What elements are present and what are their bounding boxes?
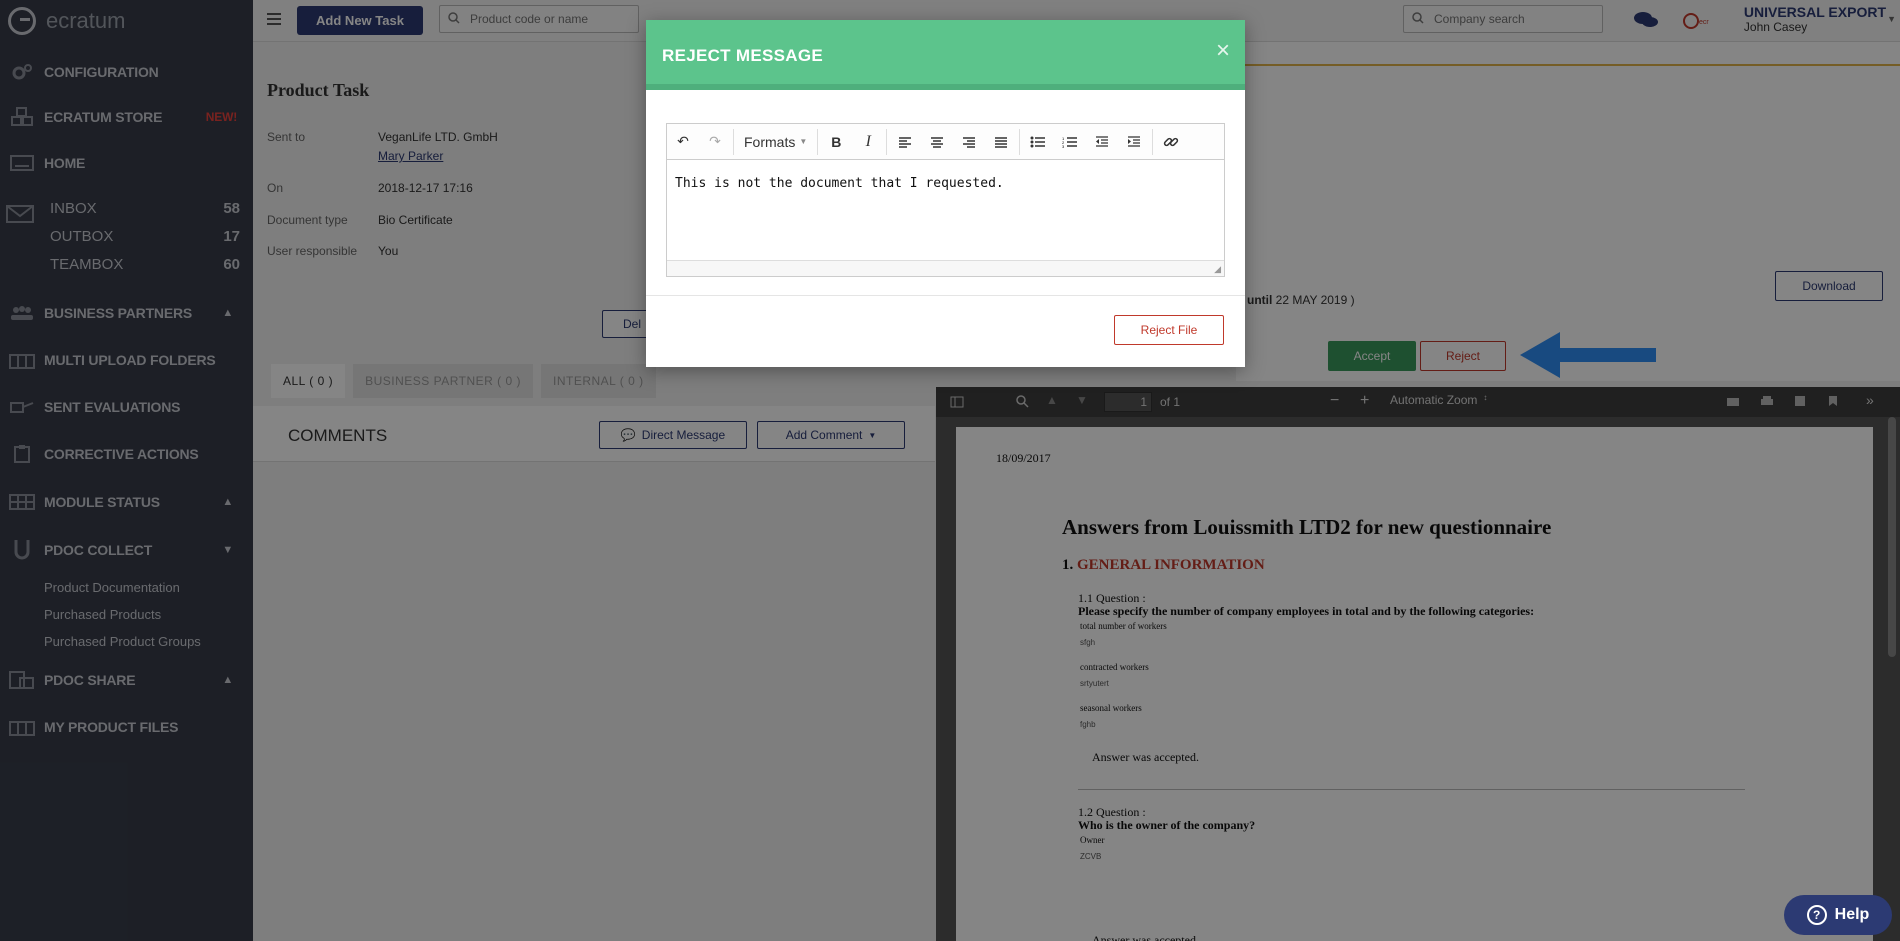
resize-handle-icon[interactable]: ◢ <box>1214 264 1221 275</box>
divider <box>886 128 888 155</box>
align-justify-icon[interactable] <box>985 124 1017 160</box>
redo-icon[interactable]: ↷ <box>699 124 731 160</box>
italic-icon[interactable]: I <box>852 124 884 160</box>
align-center-icon[interactable] <box>921 124 953 160</box>
link-icon[interactable] <box>1155 124 1187 160</box>
numbered-list-icon[interactable]: 123 <box>1054 124 1086 160</box>
formats-dropdown[interactable]: Formats ▼ <box>736 124 815 160</box>
svg-text:3: 3 <box>1062 144 1065 148</box>
reject-message-dialog: REJECT MESSAGE × ↶ ↷ Formats ▼ B I 123 Th… <box>646 20 1245 367</box>
help-button[interactable]: ? Help <box>1784 895 1892 935</box>
reject-file-button[interactable]: Reject File <box>1114 315 1224 345</box>
align-right-icon[interactable] <box>953 124 985 160</box>
divider <box>1019 128 1021 155</box>
caret-down-icon: ▼ <box>799 137 808 146</box>
formats-label: Formats <box>744 133 796 150</box>
rich-text-editor[interactable]: ↶ ↷ Formats ▼ B I 123 This is not the doc… <box>666 123 1225 277</box>
dialog-title: REJECT MESSAGE <box>662 46 824 65</box>
outdent-icon[interactable] <box>1086 124 1118 160</box>
divider <box>1152 128 1154 155</box>
help-label: Help <box>1834 906 1870 923</box>
divider <box>817 128 819 155</box>
close-icon[interactable]: × <box>1216 37 1230 65</box>
divider <box>646 295 1245 296</box>
editor-toolbar: ↶ ↷ Formats ▼ B I 123 <box>667 124 1224 160</box>
editor-statusbar: ◢ <box>667 260 1224 276</box>
divider <box>733 128 734 155</box>
question-icon: ? <box>1806 905 1827 925</box>
bullet-list-icon[interactable] <box>1022 124 1054 160</box>
align-left-icon[interactable] <box>889 124 921 160</box>
indent-icon[interactable] <box>1118 124 1150 160</box>
editor-content[interactable]: This is not the document that I requeste… <box>675 176 1004 191</box>
dialog-header: REJECT MESSAGE × <box>646 20 1245 90</box>
undo-icon[interactable]: ↶ <box>667 124 699 160</box>
bold-icon[interactable]: B <box>820 124 852 160</box>
